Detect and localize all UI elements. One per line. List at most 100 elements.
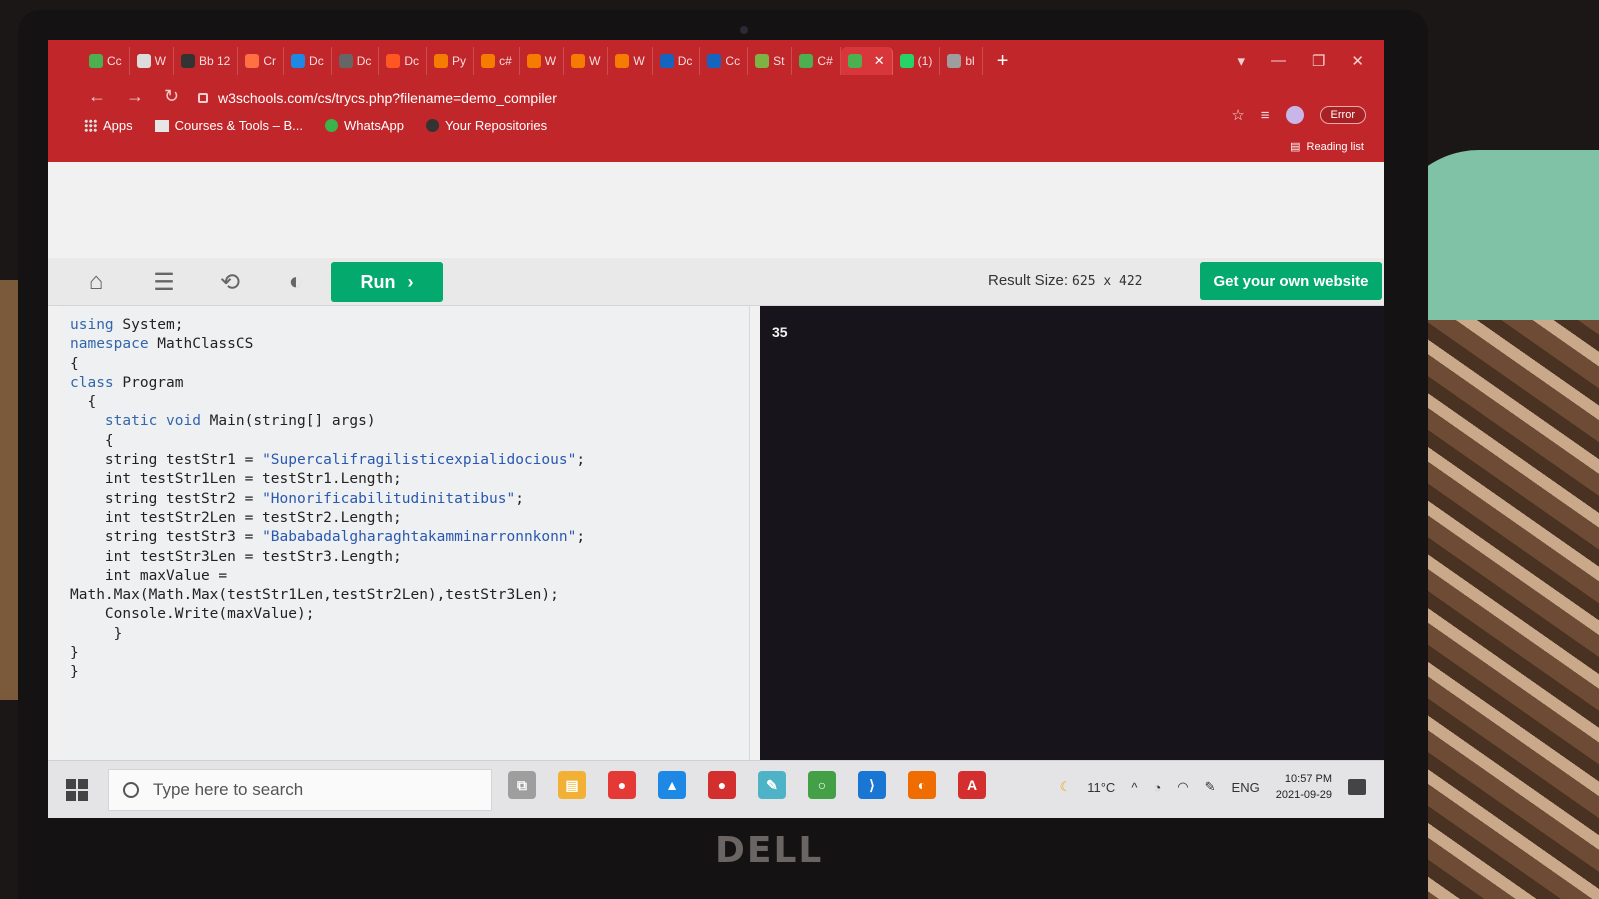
weather-icon[interactable]: ☾ — [1060, 779, 1072, 795]
language-indicator[interactable]: ENG — [1232, 780, 1260, 795]
refresh-app-icon[interactable]: ○ — [808, 771, 836, 799]
tab-favicon-icon — [89, 54, 103, 68]
get-your-own-website-button[interactable]: Get your own website — [1200, 262, 1382, 300]
tab-favicon-icon — [899, 54, 914, 68]
browser-tab[interactable]: St — [748, 47, 793, 75]
bookmark-courses[interactable]: Courses & Tools – B... — [154, 118, 303, 133]
browser-tab[interactable]: Cr — [238, 47, 285, 75]
browser-tab[interactable]: (1) — [893, 47, 941, 75]
windows-start-icon[interactable] — [66, 779, 88, 801]
file-explorer-icon[interactable]: ▤ — [558, 771, 586, 799]
browser-tab[interactable]: W — [608, 47, 653, 75]
laptop-screen: Cc W Bb 12 Cr Dc Dc Dc Py c# W W W Dc Cc St C# ✕ (1) bl + ▾… — [48, 40, 1384, 818]
code-line: { — [70, 432, 114, 449]
acrobat-icon[interactable]: A — [958, 771, 986, 799]
code-line: int testStr2Len = testStr2.Length; — [70, 509, 402, 526]
back-button[interactable]: ← — [88, 86, 106, 107]
tab-label: Bb 12 — [199, 54, 231, 68]
browser-tab[interactable]: bl — [940, 47, 983, 75]
tab-favicon-icon — [136, 54, 151, 68]
code-line: using System; — [70, 317, 184, 333]
vscode-icon[interactable]: ⟩ — [858, 771, 886, 799]
run-button[interactable]: Run › — [331, 262, 443, 302]
browser-tab[interactable]: ✕ — [840, 47, 893, 75]
minimize-button[interactable]: — — [1271, 52, 1286, 70]
reading-queue-icon[interactable]: ≡ — [1261, 107, 1270, 124]
wifi-icon[interactable]: ◠ — [1177, 779, 1188, 795]
taskbar: Type here to search ⧉ ▤ ● ▲ ● ✎ ○ ⟩ ◐ A ☾ 11°C ^ … — [48, 760, 1384, 818]
home-icon[interactable]: ⌂ — [80, 268, 112, 296]
browser-tab[interactable]: Py — [427, 47, 475, 75]
whatsapp-icon — [325, 119, 339, 132]
new-tab-button[interactable]: + — [997, 50, 1009, 73]
browser-tab[interactable]: C# — [792, 47, 841, 75]
tab-label: c# — [499, 54, 512, 68]
task-view-icon[interactable]: ⧉ — [508, 771, 536, 799]
tab-close-icon[interactable]: ✕ — [874, 53, 885, 69]
restore-button[interactable]: ❐ — [1312, 52, 1325, 70]
webcam — [740, 26, 748, 34]
app-orange-icon[interactable]: ◐ — [908, 771, 936, 799]
tab-favicon-icon — [799, 54, 814, 68]
nav-buttons: ← → ↻ — [88, 86, 179, 107]
error-button[interactable]: Error — [1319, 106, 1366, 124]
taskbar-search-input[interactable]: Type here to search — [108, 769, 492, 811]
browser-tab[interactable]: Dc — [332, 47, 380, 75]
bookmark-apps[interactable]: Apps — [84, 118, 133, 133]
bookmark-whatsapp[interactable]: WhatsApp — [325, 118, 404, 133]
weather-temp[interactable]: 11°C — [1087, 780, 1115, 795]
network-icon[interactable]: ◔ — [1153, 780, 1161, 795]
chrome-icon[interactable]: ● — [608, 771, 636, 799]
contrast-icon[interactable]: ◐ — [280, 268, 312, 296]
w3schools-page: ⌂ ☰ ⟲ ◐ Run › Result Size: 625 x 422 Get … — [48, 162, 1384, 760]
reload-button[interactable]: ↻ — [164, 86, 179, 107]
code-editor[interactable]: using System; namespace MathClassCS {class… — [60, 306, 750, 760]
tab-label: W — [154, 54, 166, 68]
bookmark-repositories[interactable]: Your Repositories — [426, 118, 547, 133]
tab-favicon-icon — [481, 54, 496, 68]
browser-tab[interactable]: Dc — [653, 47, 701, 75]
profile-menu-icon[interactable]: ▾ — [1237, 52, 1245, 70]
profile-avatar[interactable] — [1285, 106, 1304, 124]
code-line: namespace MathClassCS — [70, 336, 254, 353]
code-line: int testStr3Len = testStr3.Length; — [70, 548, 402, 565]
browser-tab[interactable]: c# — [474, 47, 520, 75]
tab-label: W — [633, 54, 645, 68]
browser-tab[interactable]: W — [130, 47, 174, 75]
notes-icon[interactable]: ✎ — [758, 771, 786, 799]
bookmark-star-icon[interactable]: ☆ — [1231, 106, 1244, 124]
pinned-apps: ⧉ ▤ ● ▲ ● ✎ ○ ⟩ ◐ A — [508, 771, 986, 799]
browser-tab[interactable]: Dc — [379, 47, 428, 75]
browser-tab[interactable]: Dc — [284, 47, 332, 75]
chevron-up-icon[interactable]: ^ — [1131, 780, 1137, 795]
tab-label: C# — [817, 54, 833, 68]
tab-label: Cc — [107, 54, 122, 68]
reading-list-icon: ▤ — [1290, 141, 1301, 153]
code-line: } — [70, 645, 79, 662]
chrome-profile-icon[interactable]: ● — [708, 771, 736, 799]
browser-tab[interactable]: Cc — [82, 47, 130, 75]
tab-label: bl — [965, 54, 975, 68]
tab-favicon-icon — [526, 54, 541, 68]
photos-icon[interactable]: ▲ — [658, 771, 686, 799]
tab-label: W — [544, 54, 557, 68]
tab-favicon-icon — [755, 54, 770, 68]
clock[interactable]: 10:57 PM 2021-09-29 — [1276, 771, 1332, 803]
forward-button[interactable]: → — [126, 86, 144, 107]
reading-list[interactable]: ▤ Reading list — [1290, 140, 1364, 154]
notifications-icon[interactable] — [1348, 779, 1366, 795]
rotate-icon[interactable]: ⟲ — [214, 268, 246, 296]
close-window-button[interactable]: ✕ — [1351, 52, 1364, 70]
tab-label: Dc — [356, 54, 372, 68]
browser-tab[interactable]: W — [564, 47, 609, 75]
menu-icon[interactable]: ☰ — [148, 268, 180, 296]
tab-favicon-icon — [615, 54, 630, 68]
browser-tab[interactable]: W — [520, 47, 565, 75]
address-bar[interactable]: w3schools.com/cs/trycs.php?filename=demo… — [198, 84, 1198, 112]
browser-tab[interactable]: Bb 12 — [174, 47, 239, 75]
pen-icon[interactable]: ✎ — [1205, 779, 1216, 795]
browser-tab[interactable]: Cc — [700, 47, 749, 75]
result-panel: 35 — [760, 306, 1384, 760]
code-line: } — [70, 664, 79, 681]
result-size: Result Size: 625 x 422 — [988, 272, 1143, 289]
